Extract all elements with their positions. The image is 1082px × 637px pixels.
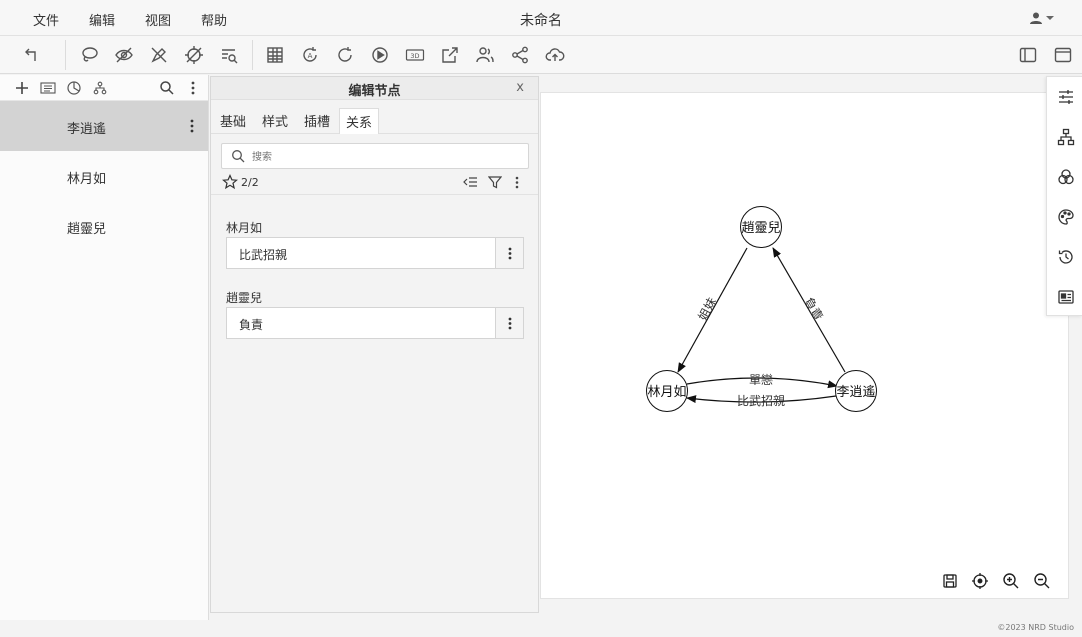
pie-chart-icon[interactable] [66,80,82,96]
node-label: 林月如 [647,384,686,400]
copyright: ©2023 NRD Studio [997,623,1074,632]
relation-target-label: 趙靈兒 [226,291,263,305]
relation-menu-button[interactable] [495,308,523,338]
tab-bar: 基础 样式 插槽 关系 [211,100,538,134]
edge-label: 姐妹 [696,295,720,323]
users-icon[interactable] [474,44,496,66]
zoom-out-icon[interactable] [1033,572,1051,590]
tab-relations[interactable]: 关系 [339,108,380,134]
menubar: 文件 编辑 视图 帮助 未命名 [0,0,1082,36]
window-icon[interactable] [1052,44,1074,66]
table-icon[interactable] [264,44,286,66]
toolbar-separator [252,40,253,70]
graph-node[interactable]: 李逍遙 [835,370,877,412]
tab-basic[interactable]: 基础 [220,111,246,130]
more-vertical-icon[interactable] [515,176,519,189]
more-vertical-icon [508,317,512,330]
sidebar-left-icon[interactable] [1017,44,1039,66]
node-list-panel: 李逍遙 林月如 趙靈兒 [0,75,209,620]
play-icon[interactable] [369,44,391,66]
svg-text:A: A [308,52,313,60]
graph-canvas[interactable]: 單戀 比武招親 姐妹 負責 趙靈兒 林月如 李逍遙 [540,92,1069,599]
node-label: 李逍遙 [836,385,875,400]
undo-icon[interactable] [22,44,44,66]
relation-search [221,143,529,169]
more-vertical-icon[interactable] [185,80,201,96]
zoom-in-icon[interactable] [1002,572,1020,590]
palette-icon[interactable] [1057,208,1075,226]
relation-count: 2/2 [241,176,259,189]
filter-icon[interactable] [488,175,502,189]
no-select-icon[interactable] [183,44,205,66]
news-icon[interactable] [1057,288,1075,306]
add-icon[interactable] [14,80,30,96]
hide-icon[interactable] [113,44,135,66]
user-menu[interactable] [1029,11,1054,25]
brush-icon[interactable] [148,44,170,66]
star-icon[interactable] [222,174,238,190]
more-vertical-icon [508,247,512,260]
edge-label: 負責 [801,295,825,323]
footer: ©2023 NRD Studio [0,620,1082,637]
locate-icon[interactable] [971,572,989,590]
edit-panel-header: 编辑节点 x [211,77,538,100]
relation-count-row: 2/2 [222,174,532,192]
filter-list-icon[interactable] [218,44,240,66]
hierarchy-icon[interactable] [92,80,108,96]
caret-down-icon [1046,15,1054,21]
graph-svg[interactable]: 單戀 比武招親 姐妹 負責 趙靈兒 林月如 李逍遙 [541,93,1068,598]
list-item[interactable]: 林月如 [0,151,208,201]
divider [211,194,538,195]
edge-label: 單戀 [749,372,773,387]
edit-node-panel: 编辑节点 x 基础 样式 插槽 关系 2/2 林月如 比武招親 [210,76,539,613]
node-label: 李逍遙 [67,122,107,137]
right-tool-bar [1046,76,1082,316]
auto-layout-icon[interactable]: A [299,44,321,66]
hierarchy-icon[interactable] [1057,128,1075,146]
tab-style[interactable]: 样式 [262,111,288,130]
relation-field[interactable]: 負責 [226,307,524,339]
search-icon[interactable] [159,80,175,96]
history-icon[interactable] [1057,248,1075,266]
menu-help[interactable]: 帮助 [201,10,227,29]
relation-value: 負責 [239,318,264,332]
node-list-toolbar [0,75,208,101]
toolbar-separator [65,40,66,70]
list-item[interactable]: 李逍遙 [0,101,208,151]
edge-label: 比武招親 [737,394,785,408]
refresh-icon[interactable] [334,44,356,66]
color-blend-icon[interactable] [1057,168,1075,186]
toolbar: A 3D [0,36,1082,74]
close-button[interactable]: x [516,80,524,95]
cloud-upload-icon[interactable] [544,44,566,66]
sliders-icon[interactable] [1057,88,1075,106]
relation-field[interactable]: 比武招親 [226,237,524,269]
relation-target-label: 林月如 [226,221,263,235]
list-view-icon[interactable] [40,80,56,96]
menu-edit[interactable]: 编辑 [89,10,115,29]
graph-node[interactable]: 趙靈兒 [740,206,782,248]
export-icon[interactable] [439,44,461,66]
relation-value: 比武招親 [239,248,288,262]
node-label: 趙靈兒 [67,222,107,237]
relation-menu-button[interactable] [495,238,523,268]
menu-view[interactable]: 视图 [145,10,171,29]
save-icon[interactable] [941,572,959,590]
collapse-list-icon[interactable] [462,175,478,189]
more-vertical-icon[interactable] [186,118,198,134]
list-item[interactable]: 趙靈兒 [0,201,208,251]
search-icon [231,149,245,163]
user-icon [1029,11,1043,25]
lasso-icon[interactable] [78,44,100,66]
tab-slots[interactable]: 插槽 [304,111,330,130]
node-label: 趙靈兒 [741,220,780,236]
share-icon[interactable] [509,44,531,66]
node-label: 林月如 [67,172,107,187]
graph-node[interactable]: 林月如 [646,370,688,412]
menu-file[interactable]: 文件 [33,10,59,29]
search-input[interactable] [252,148,512,166]
3d-icon[interactable]: 3D [404,44,426,66]
svg-text:3D: 3D [410,52,419,60]
panel-title: 编辑节点 [348,84,401,99]
